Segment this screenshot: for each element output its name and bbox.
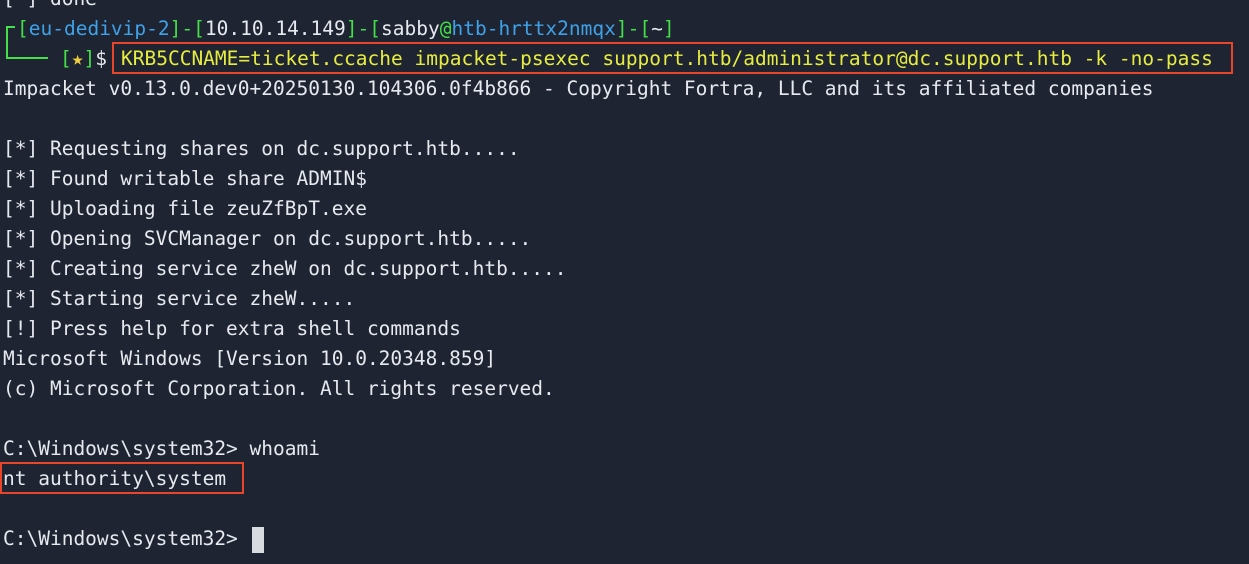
output-line: Microsoft Windows [Version 10.0.20348.85…	[3, 347, 497, 370]
output-line: [*] Requesting shares on dc.support.htb.…	[3, 137, 520, 160]
whoami-result: nt authority\system	[3, 467, 227, 490]
output-line: [*] Found writable share ADMIN$	[3, 167, 367, 190]
output-line: [*] Starting service zheW.....	[3, 287, 356, 310]
shell-prompt-header: [eu-dedivip-2]-[10.10.14.149]-[sabby@htb…	[17, 17, 675, 40]
active-shell-prompt[interactable]: C:\Windows\system32>	[3, 524, 264, 554]
prompt-ip: 10.10.14.149	[204, 17, 346, 40]
terminal-window[interactable]: [*] done [eu-dedivip-2]-[10.10.14.149]-[…	[0, 0, 1249, 564]
output-line: [!] Press help for extra shell commands	[3, 317, 461, 340]
prompt-hostname: htb-hrttx2nmqx	[451, 17, 616, 40]
previous-output-line: [*] done	[3, 0, 97, 14]
output-line: Impacket v0.13.0.dev0+20250130.104306.0f…	[3, 77, 1154, 100]
prompt-user: sabby	[381, 17, 440, 40]
text-cursor	[251, 526, 264, 553]
output-line: [*] Opening SVCManager on dc.support.htb…	[3, 227, 532, 250]
windows-shell-command: C:\Windows\system32> whoami	[3, 437, 320, 460]
windows-shell-prompt: C:\Windows\system32>	[3, 527, 250, 550]
output-line: [*] Creating service zheW on dc.support.…	[3, 257, 567, 280]
output-line: [*] Uploading file zeuZfBpT.exe	[3, 197, 367, 220]
output-line: (c) Microsoft Corporation. All rights re…	[3, 377, 555, 400]
prompt-cwd: ~	[651, 17, 663, 40]
shell-prompt-symbol: [★]$	[60, 47, 107, 70]
prompt-corner-decoration	[6, 26, 8, 59]
star-icon: ★	[71, 47, 84, 70]
prompt-host-label: eu-dedivip-2	[28, 17, 170, 40]
prompt-corner-decoration	[6, 57, 48, 59]
executed-command: KRB5CCNAME=ticket.ccache impacket-psexec…	[121, 47, 1213, 70]
